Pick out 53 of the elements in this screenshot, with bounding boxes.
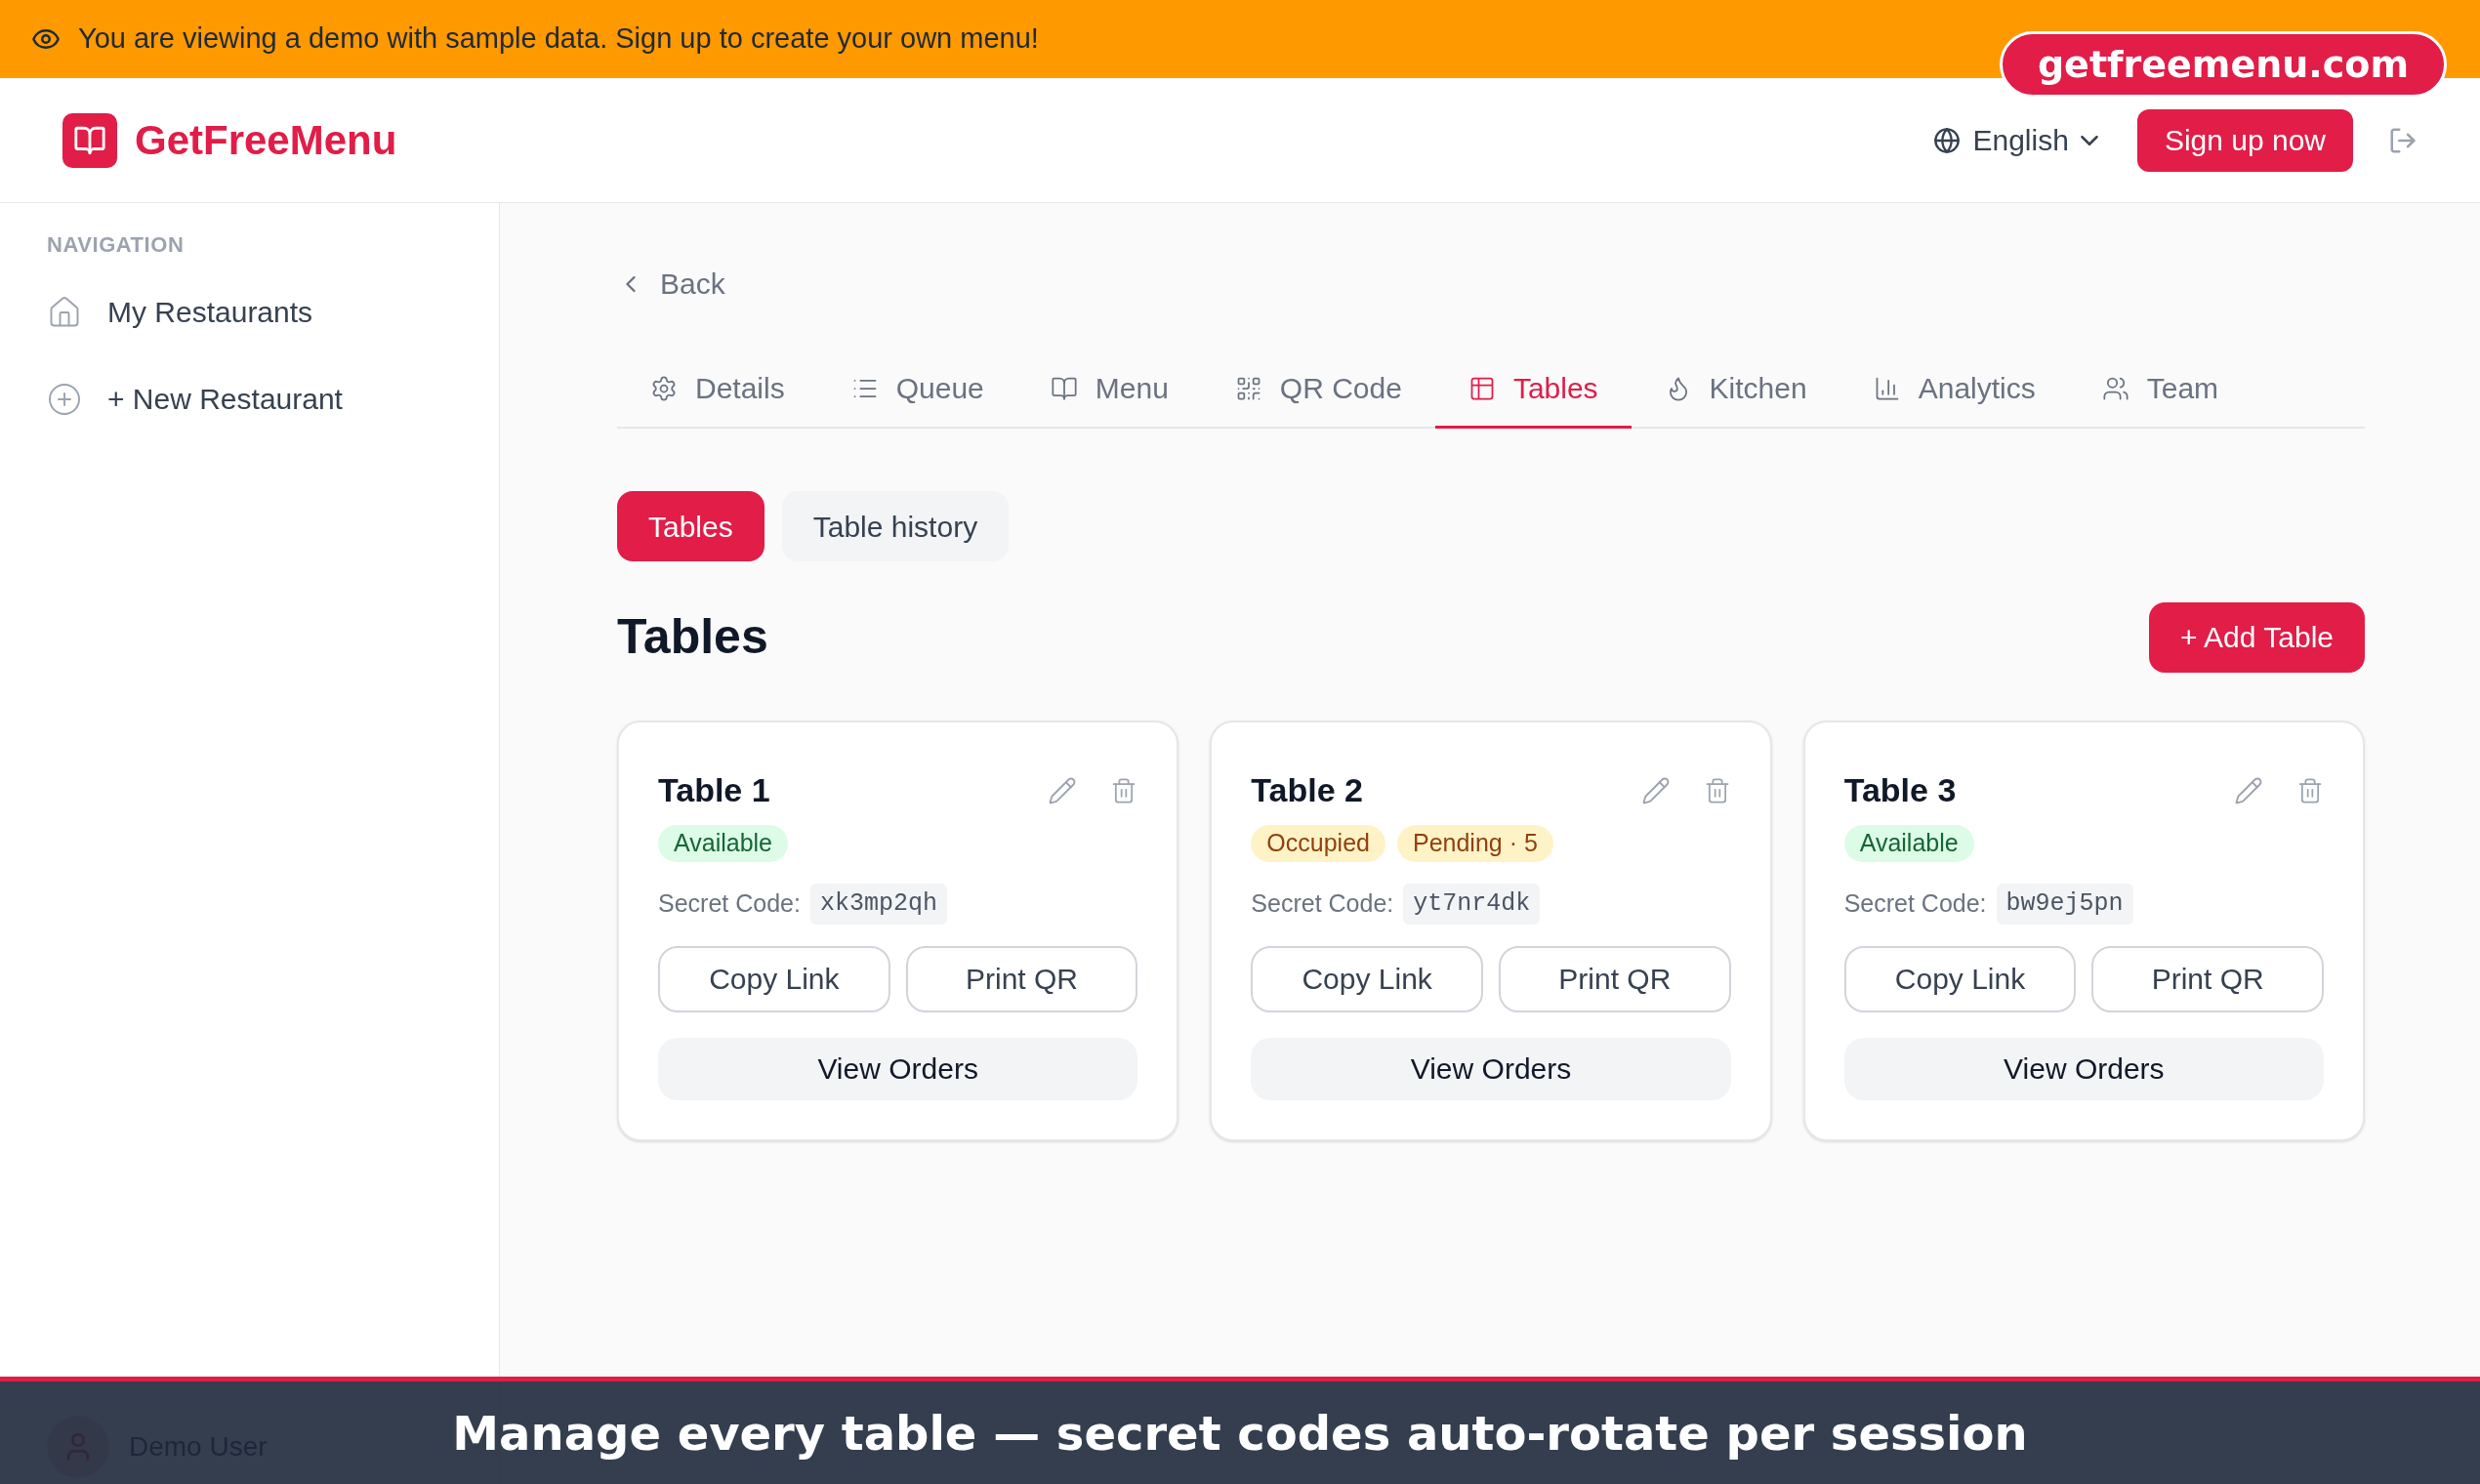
- pencil-icon[interactable]: [1640, 775, 1671, 805]
- tab[interactable]: Kitchen: [1631, 350, 1840, 429]
- chevron-down-icon: [2080, 135, 2098, 145]
- sidebar-heading: NAVIGATION: [47, 231, 186, 259]
- secret-code-label: Secret Code:: [1843, 888, 1987, 919]
- tab[interactable]: Queue: [817, 350, 1017, 429]
- tab[interactable]: Details: [617, 350, 818, 429]
- pencil-icon[interactable]: [1048, 775, 1078, 805]
- add-table-button[interactable]: + Add Table: [2148, 601, 2365, 673]
- card-action-button[interactable]: Copy Link: [1251, 945, 1483, 1012]
- section-title: Tables: [617, 608, 768, 666]
- sub-tab[interactable]: Tables: [617, 491, 765, 561]
- tab[interactable]: Team: [2068, 350, 2253, 429]
- pencil-icon[interactable]: [2234, 775, 2263, 805]
- trash-icon[interactable]: [2296, 776, 2324, 804]
- card-action-button[interactable]: Copy Link: [1843, 945, 2077, 1012]
- card-action-button[interactable]: Print QR: [2091, 945, 2324, 1012]
- back-link[interactable]: Back: [617, 262, 725, 306]
- card-action-button[interactable]: Print QR: [1499, 945, 1731, 1012]
- globe-icon: [1933, 126, 1962, 154]
- status-tag: Pending · 5: [1396, 825, 1553, 862]
- secret-code: yt7nr4dk: [1403, 884, 1541, 925]
- logo-icon: [62, 112, 117, 168]
- secret-code-label: Secret Code:: [1251, 888, 1394, 919]
- tab[interactable]: Tables: [1434, 350, 1632, 429]
- settings-icon: [650, 374, 678, 402]
- tab[interactable]: Analytics: [1839, 350, 2069, 429]
- card-action-button[interactable]: Copy Link: [658, 945, 890, 1012]
- view-orders-button[interactable]: View Orders: [1251, 1037, 1731, 1100]
- view-orders-button[interactable]: View Orders: [658, 1037, 1138, 1100]
- secret-code-label: Secret Code:: [658, 888, 801, 919]
- sub-tab[interactable]: Table history: [781, 491, 1010, 561]
- sidebar-item[interactable]: + New Restaurant: [47, 377, 452, 421]
- language-selector[interactable]: English: [1933, 118, 2098, 162]
- plus-circle-icon: [47, 381, 82, 417]
- caption-text: Manage every table — secret codes auto-rotate per session: [452, 1404, 2028, 1463]
- secret-code: bw9ej5pn: [1996, 884, 2133, 925]
- sign-up-button[interactable]: Sign up now: [2136, 108, 2353, 172]
- table-name: Table 3: [1843, 770, 1957, 810]
- status-tag: Available: [658, 825, 788, 862]
- secret-code: xk3mp2qh: [809, 884, 947, 925]
- status-tag: Available: [1843, 825, 1974, 862]
- status-tag: Occupied: [1251, 825, 1385, 862]
- logo-text: GetFreeMenu: [135, 116, 397, 165]
- banner-text: You are viewing a demo with sample data. Sign up to create your own menu!: [78, 21, 1039, 57]
- tab[interactable]: QR Code: [1201, 350, 1435, 429]
- card-action-button[interactable]: Print QR: [905, 945, 1138, 1012]
- site-badge: getfreemenu.com: [1999, 31, 2447, 98]
- table-name: Table 1: [658, 770, 770, 810]
- sidebar-item[interactable]: My Restaurants: [47, 290, 452, 334]
- view-orders-button[interactable]: View Orders: [1843, 1037, 2324, 1100]
- tab[interactable]: Menu: [1016, 350, 1202, 429]
- table-name: Table 2: [1251, 770, 1363, 810]
